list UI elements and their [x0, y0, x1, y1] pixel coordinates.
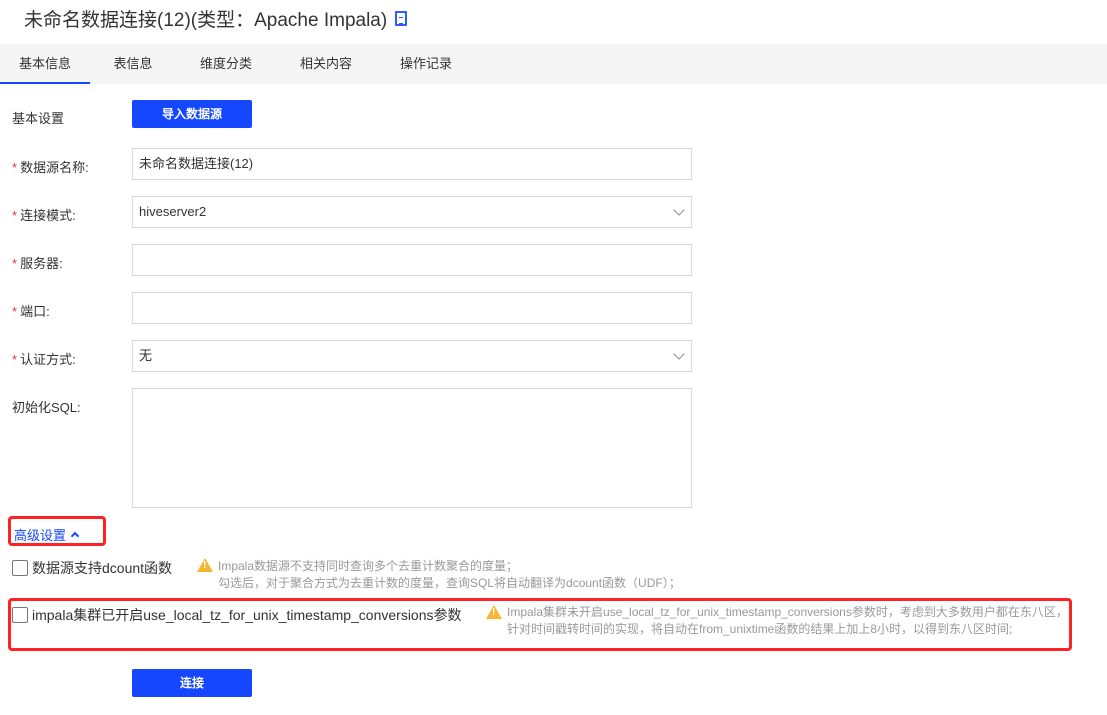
server-label: * 服务器:: [12, 253, 63, 272]
mode-value: hiveserver2: [139, 204, 207, 219]
name-label-text: 数据源名称:: [20, 160, 89, 175]
port-label-text: 端口:: [20, 304, 50, 319]
server-label-text: 服务器:: [20, 256, 63, 271]
required-mark: *: [12, 208, 18, 223]
chevron-up-icon: [70, 531, 80, 541]
basic-settings-label: 基本设置: [12, 111, 65, 126]
title-text: 未命名数据连接(12)(类型：Apache Impala): [24, 10, 388, 31]
port-label: * 端口:: [12, 301, 50, 320]
required-mark: *: [12, 352, 18, 367]
tab-dimension[interactable]: 维度分类: [176, 44, 276, 84]
auth-method-select[interactable]: 无: [132, 340, 692, 372]
dcount-hint: Impala数据源不支持同时查询多个去重计数聚合的度量； 勾选后，对于聚合方式为去…: [218, 558, 681, 592]
chevron-down-icon: [673, 204, 685, 216]
required-mark: *: [12, 304, 18, 319]
name-label: * 数据源名称:: [12, 157, 89, 176]
auth-label-text: 认证方式:: [20, 352, 76, 367]
timezone-checkbox[interactable]: [12, 607, 28, 623]
hint-line: 勾选后，对于聚合方式为去重计数的度量，查询SQL将自动翻译为dcount函数（U…: [218, 576, 681, 590]
init-sql-textarea[interactable]: [132, 388, 692, 508]
import-datasource-button[interactable]: 导入数据源: [132, 100, 252, 128]
tab-related[interactable]: 相关内容: [276, 44, 376, 84]
hint-line: Impala数据源不支持同时查询多个去重计数聚合的度量；: [218, 559, 519, 573]
init-sql-label: 初始化SQL:: [12, 400, 81, 415]
connect-button[interactable]: 连接: [132, 669, 252, 697]
datasource-name-input[interactable]: 未命名数据连接(12): [132, 148, 692, 180]
required-mark: *: [12, 160, 18, 175]
tab-operation-log[interactable]: 操作记录: [376, 44, 476, 84]
mode-label-text: 连接模式:: [20, 208, 76, 223]
advanced-settings-toggle[interactable]: 高级设置: [8, 516, 106, 546]
dcount-label: 数据源支持dcount函数: [32, 560, 173, 576]
chevron-down-icon: [673, 348, 685, 360]
tab-bar: 基本信息 表信息 维度分类 相关内容 操作记录: [0, 44, 1107, 84]
hint-line: Impala集群未开启use_local_tz_for_unix_timesta…: [507, 605, 1068, 619]
auth-label: * 认证方式:: [12, 349, 76, 368]
hint-line: 针对时间戳转时间的实现，将自动在from_unixtime函数的结果上加上8小时…: [507, 622, 1013, 636]
page-title: 未命名数据连接(12)(类型：Apache Impala): [24, 5, 408, 32]
timezone-hint: Impala集群未开启use_local_tz_for_unix_timesta…: [507, 604, 1068, 638]
port-input[interactable]: [132, 292, 692, 324]
timezone-label: impala集群已开启use_local_tz_for_unix_timesta…: [32, 607, 462, 623]
tab-basic-info[interactable]: 基本信息: [0, 44, 90, 84]
timezone-option[interactable]: impala集群已开启use_local_tz_for_unix_timesta…: [12, 605, 462, 625]
warning-icon: [197, 558, 213, 572]
dcount-option[interactable]: 数据源支持dcount函数: [12, 558, 172, 578]
required-mark: *: [12, 256, 18, 271]
mode-label: * 连接模式:: [12, 205, 76, 224]
server-input[interactable]: [132, 244, 692, 276]
auth-value: 无: [139, 348, 153, 363]
dcount-checkbox[interactable]: [12, 560, 28, 576]
tab-table-info[interactable]: 表信息: [90, 44, 176, 84]
warning-icon: [486, 605, 502, 619]
document-icon[interactable]: [395, 11, 408, 26]
advanced-label: 高级设置: [14, 528, 67, 543]
connection-mode-select[interactable]: hiveserver2: [132, 196, 692, 228]
